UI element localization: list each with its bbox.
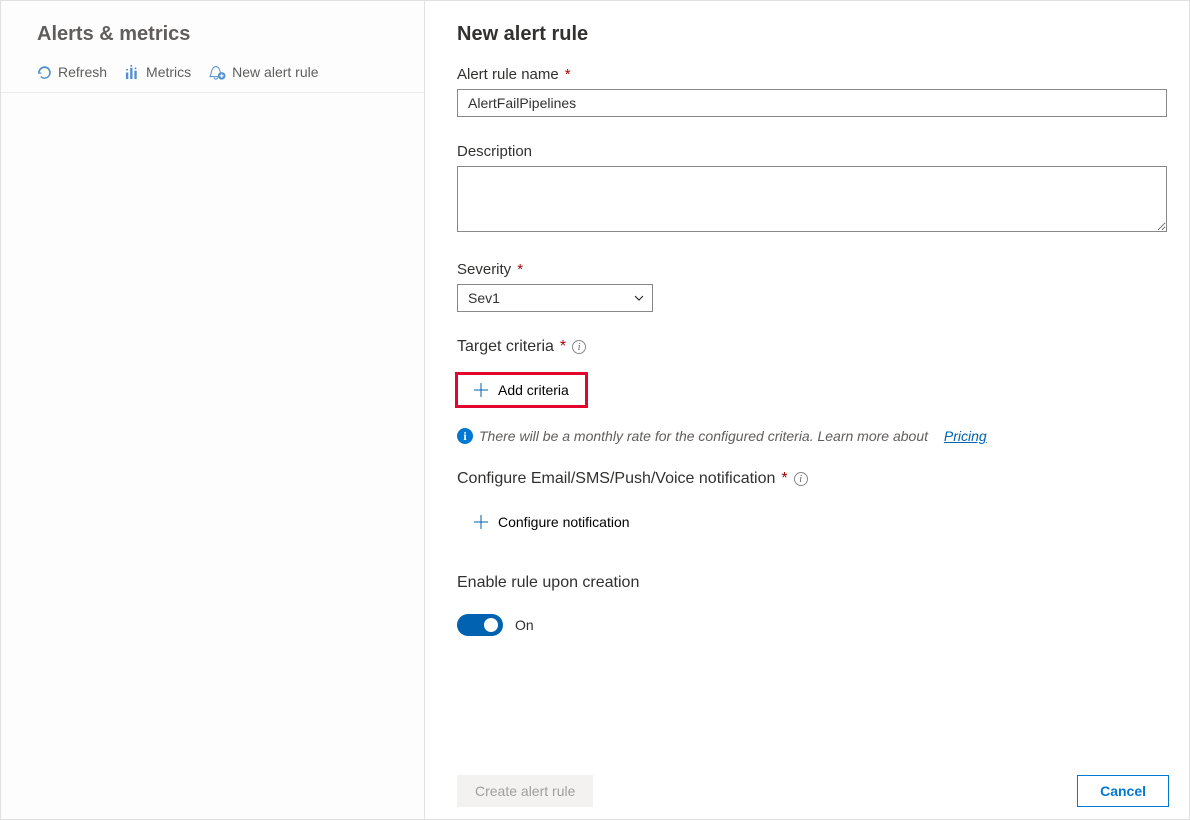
new-alert-rule-label: New alert rule xyxy=(232,64,318,80)
toggle-state-label: On xyxy=(515,617,534,633)
pricing-info: i There will be a monthly rate for the c… xyxy=(457,428,1169,444)
plus-icon xyxy=(474,515,488,529)
description-label: Description xyxy=(457,143,1169,160)
plus-icon xyxy=(474,383,488,397)
notification-label: Configure Email/SMS/Push/Voice notificat… xyxy=(457,470,1169,488)
info-badge-icon: i xyxy=(457,428,473,444)
required-asterisk: * xyxy=(560,338,566,356)
target-criteria-section: Target criteria * i Add criteria i There… xyxy=(457,338,1169,444)
severity-section: Severity * Sev1 xyxy=(457,261,1169,312)
configure-notification-label: Configure notification xyxy=(498,514,630,530)
notification-section: Configure Email/SMS/Push/Voice notificat… xyxy=(457,470,1169,538)
alert-name-label: Alert rule name * xyxy=(457,66,1169,83)
new-alert-rule-button[interactable]: New alert rule xyxy=(209,64,318,80)
required-asterisk: * xyxy=(781,470,787,488)
enable-rule-label: Enable rule upon creation xyxy=(457,574,1169,592)
severity-select[interactable]: Sev1 xyxy=(457,284,653,312)
pricing-link[interactable]: Pricing xyxy=(944,428,987,444)
cancel-button[interactable]: Cancel xyxy=(1077,775,1169,807)
description-section: Description xyxy=(457,143,1169,235)
refresh-label: Refresh xyxy=(58,64,107,80)
main-panel: New alert rule Alert rule name * Descrip… xyxy=(425,1,1189,819)
alert-icon xyxy=(209,65,226,80)
footer: Create alert rule Cancel xyxy=(457,775,1169,807)
required-asterisk: * xyxy=(517,261,523,278)
enable-rule-toggle[interactable] xyxy=(457,614,503,636)
enable-rule-section: Enable rule upon creation On xyxy=(457,574,1169,636)
toggle-knob xyxy=(484,618,498,632)
target-criteria-label: Target criteria * i xyxy=(457,338,1169,356)
required-asterisk: * xyxy=(565,66,571,83)
alert-name-section: Alert rule name * xyxy=(457,66,1169,117)
refresh-icon xyxy=(37,65,52,80)
severity-label: Severity * xyxy=(457,261,1169,278)
alert-name-input[interactable] xyxy=(457,89,1167,117)
info-icon[interactable]: i xyxy=(572,340,586,354)
create-alert-rule-button[interactable]: Create alert rule xyxy=(457,775,593,807)
metrics-icon xyxy=(125,65,140,80)
page-title: Alerts & metrics xyxy=(1,5,424,64)
sidebar: Alerts & metrics Refresh Metrics New ale… xyxy=(1,1,425,819)
panel-title: New alert rule xyxy=(457,23,1169,46)
configure-notification-button[interactable]: Configure notification xyxy=(457,506,647,538)
metrics-button[interactable]: Metrics xyxy=(125,64,191,80)
refresh-button[interactable]: Refresh xyxy=(37,64,107,80)
metrics-label: Metrics xyxy=(146,64,191,80)
info-icon[interactable]: i xyxy=(794,472,808,486)
description-textarea[interactable] xyxy=(457,166,1167,232)
pricing-info-text: There will be a monthly rate for the con… xyxy=(479,428,928,444)
add-criteria-label: Add criteria xyxy=(498,382,569,398)
toolbar: Refresh Metrics New alert rule xyxy=(1,64,424,93)
add-criteria-button[interactable]: Add criteria xyxy=(457,374,586,406)
